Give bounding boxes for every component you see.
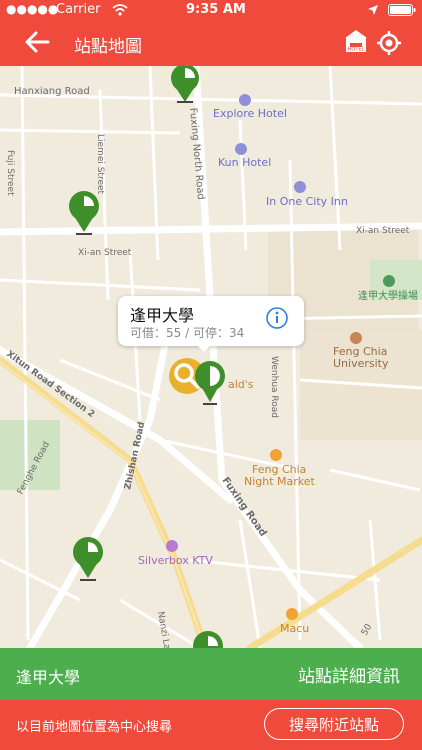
signal-dots-icon: ●●●●●: [6, 2, 59, 16]
carrier-label: Carrier: [56, 2, 101, 17]
callout-availability: 可借：55 / 可停：34: [130, 326, 245, 340]
explore-hotel-label: Explore Hotel: [213, 107, 287, 120]
macu-marker[interactable]: [286, 608, 298, 620]
road-number-50-label: 50: [360, 622, 375, 637]
location-arrow-icon: [368, 5, 378, 15]
macu-label: Macu: [280, 622, 309, 635]
selected-station-name: 逢甲大學: [16, 668, 81, 687]
university-marker[interactable]: [350, 332, 362, 344]
nav-bar: 站點地圖 HOTEL: [0, 20, 422, 66]
map-canvas[interactable]: Hanxiang Road Fuxing North Road Fuji Str…: [0, 66, 422, 648]
ktv-label: Silverbox KTV: [138, 554, 213, 567]
explore-hotel-marker[interactable]: [239, 94, 251, 106]
inone-hotel-marker[interactable]: [294, 181, 306, 193]
station-pin[interactable]: [73, 537, 103, 581]
night-market-label-line2: Night Market: [244, 475, 316, 488]
search-hint: 以目前地圖位置為中心搜尋: [16, 720, 173, 735]
hotel-badge-text: HOTEL: [348, 47, 365, 53]
callout-tail: [196, 344, 212, 352]
clock: 9:35 AM: [186, 2, 246, 17]
mcdonalds-label: ald's: [228, 378, 254, 391]
station-detail-button[interactable]: 站點詳細資訊: [298, 662, 400, 687]
liemei-street-label: Liemei Street: [95, 134, 105, 195]
playground-marker[interactable]: [383, 275, 395, 287]
inone-hotel-label: In One City Inn: [266, 195, 348, 208]
hanxiang-road-label: Hanxiang Road: [14, 86, 90, 97]
search-nearby-button[interactable]: 搜尋附近站點: [264, 708, 404, 740]
wifi-icon: [112, 4, 128, 16]
back-arrow-icon[interactable]: [24, 31, 50, 53]
playground-label: 逢甲大學操場: [358, 289, 418, 302]
map-view[interactable]: Hanxiang Road Fuxing North Road Fuji Str…: [0, 66, 422, 648]
university-label-line2: University: [333, 357, 389, 370]
selected-station-bar: 逢甲大學 站點詳細資訊: [0, 648, 422, 700]
hotel-icon[interactable]: HOTEL: [342, 28, 370, 56]
night-market-marker[interactable]: [270, 449, 282, 461]
kun-hotel-marker[interactable]: [235, 143, 247, 155]
kun-hotel-label: Kun Hotel: [218, 156, 271, 169]
callout-station-name: 逢甲大學: [130, 306, 195, 325]
locate-icon[interactable]: [376, 30, 402, 56]
fuji-street-label: Fuji Street: [5, 150, 15, 196]
xitun-road-label: Xitun Road Section 2: [4, 349, 96, 420]
wenhua-road-label: Wenhua Road: [269, 356, 279, 418]
battery-icon: [388, 4, 416, 16]
xian-street-right-label: Xi-an Street: [356, 226, 410, 236]
search-bar: 以目前地圖位置為中心搜尋 搜尋附近站點: [0, 700, 422, 750]
xian-street-left-label: Xi-an Street: [78, 248, 132, 258]
page-title: 站點地圖: [74, 37, 142, 57]
status-bar: ●●●●● Carrier 9:35 AM: [0, 0, 422, 20]
ktv-marker[interactable]: [166, 540, 178, 552]
info-icon[interactable]: [266, 307, 288, 329]
